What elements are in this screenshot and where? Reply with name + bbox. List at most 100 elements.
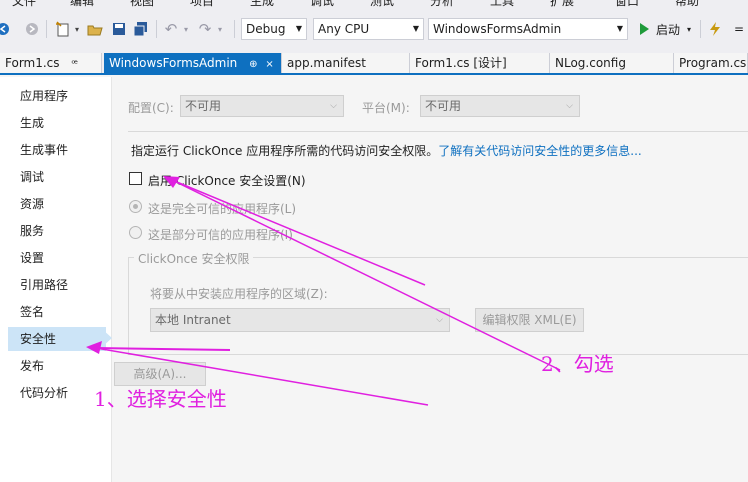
nav-item-build-events[interactable]: 生成事件 bbox=[8, 138, 106, 162]
chevron-down-icon: ▼ bbox=[295, 24, 302, 33]
new-project-icon[interactable] bbox=[54, 19, 72, 39]
menu-item-test[interactable]: 测试 bbox=[370, 0, 394, 8]
full-trust-radio[interactable] bbox=[129, 200, 142, 213]
toolbar-separator bbox=[156, 20, 157, 38]
enable-clickonce-checkbox[interactable] bbox=[129, 172, 142, 185]
menu-item-extensions[interactable]: 扩展 bbox=[550, 0, 574, 8]
chevron-down-icon: ⌵ bbox=[566, 101, 573, 111]
chevron-down-icon[interactable]: ▾ bbox=[684, 19, 694, 39]
close-icon[interactable]: × bbox=[265, 59, 273, 70]
solution-config-combo[interactable]: Debug ▼ bbox=[241, 18, 307, 40]
vs-project-properties-window: 文件 编辑 视图 项目 生成 调试 测试 分析 工具 扩展 窗口 帮助 ▾ ↶ … bbox=[0, 0, 748, 482]
chevron-down-icon: ▼ bbox=[412, 24, 419, 33]
chevron-down-icon: ▼ bbox=[616, 24, 623, 33]
nav-item-reference-paths[interactable]: 引用路径 bbox=[8, 273, 106, 297]
chevron-down-icon: ⌵ bbox=[330, 101, 337, 111]
edit-permissions-xml-button[interactable]: 编辑权限 XML(E) bbox=[475, 308, 584, 332]
startup-project-combo[interactable]: WindowsFormsAdmin ▼ bbox=[428, 18, 628, 40]
solution-platform-combo[interactable]: Any CPU ▼ bbox=[313, 18, 424, 40]
chevron-down-icon[interactable]: ▾ bbox=[181, 19, 191, 39]
tab-program-cs[interactable]: Program.cs bbox=[674, 53, 748, 73]
tab-label: NLog.config bbox=[555, 56, 626, 70]
start-button[interactable]: 启动 bbox=[653, 19, 683, 39]
menu-item-file[interactable]: 文件 bbox=[12, 0, 36, 8]
hot-reload-icon[interactable] bbox=[706, 19, 724, 39]
startup-project-value: WindowsFormsAdmin bbox=[433, 22, 562, 36]
tab-label: Program.cs bbox=[679, 56, 747, 70]
full-trust-label: 这是完全可信的应用程序(L) bbox=[148, 202, 297, 216]
pin-icon[interactable]: ⊕ bbox=[249, 59, 257, 70]
nav-item-services[interactable]: 服务 bbox=[8, 219, 106, 243]
enable-clickonce-label[interactable]: 启用 ClickOnce 安全设置(N) bbox=[148, 172, 306, 189]
nav-item-code-analysis[interactable]: 代码分析 bbox=[8, 381, 106, 405]
solution-platform-value: Any CPU bbox=[318, 22, 370, 36]
zone-label: 将要从中安装应用程序的区域(Z): bbox=[150, 287, 328, 301]
toolbar-separator bbox=[700, 20, 701, 38]
undo-icon[interactable]: ↶ bbox=[162, 19, 180, 39]
annotation-step2-text: 2、勾选 bbox=[541, 352, 614, 376]
menu-item-build[interactable]: 生成 bbox=[250, 0, 274, 8]
menu-item-project[interactable]: 项目 bbox=[190, 0, 214, 8]
toolbar-separator bbox=[234, 20, 235, 38]
nav-item-settings[interactable]: 设置 bbox=[8, 246, 106, 270]
document-tabs: Form1.cs ꟹ WindowsFormsAdmin ⊕ × app.man… bbox=[0, 50, 748, 75]
platform-value: 不可用 bbox=[425, 99, 462, 113]
security-description: 指定运行 ClickOnce 应用程序所需的代码访问安全权限。了解有关代码访问安… bbox=[131, 142, 642, 159]
back-icon[interactable] bbox=[0, 19, 12, 39]
tab-label: Form1.cs bbox=[5, 56, 60, 70]
start-icon[interactable] bbox=[636, 19, 652, 39]
description-text: 指定运行 ClickOnce 应用程序所需的代码访问安全权限。 bbox=[131, 144, 439, 158]
tab-app-manifest[interactable]: app.manifest bbox=[282, 53, 410, 73]
more-options-icon[interactable]: = bbox=[730, 19, 748, 39]
toolbar: ▾ ↶ ▾ ↷ ▾ Debug ▼ Any CPU ▼ WindowsForms… bbox=[0, 8, 748, 50]
nav-item-security[interactable]: 安全性 bbox=[8, 327, 106, 351]
nav-item-signing[interactable]: 签名 bbox=[8, 300, 106, 324]
chevron-down-icon[interactable]: ▾ bbox=[215, 19, 225, 39]
solution-config-value: Debug bbox=[246, 22, 286, 36]
tab-form1-cs[interactable]: Form1.cs ꟹ bbox=[0, 53, 102, 73]
tab-form1-designer[interactable]: Form1.cs [设计] bbox=[410, 53, 550, 73]
forward-icon[interactable] bbox=[24, 19, 40, 39]
config-value: 不可用 bbox=[185, 99, 222, 113]
tab-label: WindowsFormsAdmin bbox=[109, 56, 238, 70]
nav-item-application[interactable]: 应用程序 bbox=[8, 84, 106, 108]
nav-item-publish[interactable]: 发布 bbox=[8, 354, 106, 378]
menu-item-window[interactable]: 窗口 bbox=[615, 0, 639, 8]
selected-indicator bbox=[102, 329, 112, 347]
tab-project-properties[interactable]: WindowsFormsAdmin ⊕ × bbox=[104, 53, 282, 73]
platform-combo[interactable]: 不可用 ⌵ bbox=[420, 95, 580, 117]
divider bbox=[128, 131, 748, 132]
redo-icon[interactable]: ↷ bbox=[196, 19, 214, 39]
nav-item-build[interactable]: 生成 bbox=[8, 111, 106, 135]
annotation-step1-text: 1、选择安全性 bbox=[94, 387, 227, 411]
pin-icon[interactable]: ꟹ bbox=[71, 59, 77, 70]
chevron-down-icon[interactable]: ▾ bbox=[72, 19, 82, 39]
save-all-icon[interactable] bbox=[132, 19, 150, 39]
nav-item-debug[interactable]: 调试 bbox=[8, 165, 106, 189]
platform-label: 平台(M): bbox=[362, 101, 410, 115]
tab-label: app.manifest bbox=[287, 56, 366, 70]
menu-item-view[interactable]: 视图 bbox=[130, 0, 154, 8]
save-icon[interactable] bbox=[110, 19, 128, 39]
open-folder-icon[interactable] bbox=[86, 19, 104, 39]
zone-combo[interactable]: 本地 Intranet ⌵ bbox=[150, 308, 450, 332]
menu-item-debug[interactable]: 调试 bbox=[310, 0, 334, 8]
permissions-group-title: ClickOnce 安全权限 bbox=[134, 250, 254, 267]
chevron-down-icon: ⌵ bbox=[436, 315, 443, 325]
menu-item-tools[interactable]: 工具 bbox=[490, 0, 514, 8]
menu-bar: 文件 编辑 视图 项目 生成 调试 测试 分析 工具 扩展 窗口 帮助 bbox=[0, 0, 748, 8]
menu-item-edit[interactable]: 编辑 bbox=[70, 0, 94, 8]
tab-label: Form1.cs [设计] bbox=[415, 56, 507, 70]
nav-item-resources[interactable]: 资源 bbox=[8, 192, 106, 216]
config-label: 配置(C): bbox=[128, 101, 174, 115]
partial-trust-label: 这是部分可信的应用程序(I) bbox=[148, 228, 293, 242]
permissions-groupbox bbox=[128, 257, 748, 355]
more-info-link[interactable]: 了解有关代码访问安全性的更多信息... bbox=[438, 144, 641, 158]
security-page: 配置(C): 不可用 ⌵ 平台(M): 不可用 ⌵ 指定运行 ClickOnce… bbox=[112, 77, 748, 482]
partial-trust-radio[interactable] bbox=[129, 226, 142, 239]
menu-item-help[interactable]: 帮助 bbox=[675, 0, 699, 8]
menu-item-analyze[interactable]: 分析 bbox=[430, 0, 454, 8]
properties-nav: 应用程序 生成 生成事件 调试 资源 服务 设置 引用路径 签名 安全性 发布 … bbox=[0, 77, 112, 482]
tab-nlog-config[interactable]: NLog.config bbox=[550, 53, 674, 73]
config-combo[interactable]: 不可用 ⌵ bbox=[180, 95, 344, 117]
